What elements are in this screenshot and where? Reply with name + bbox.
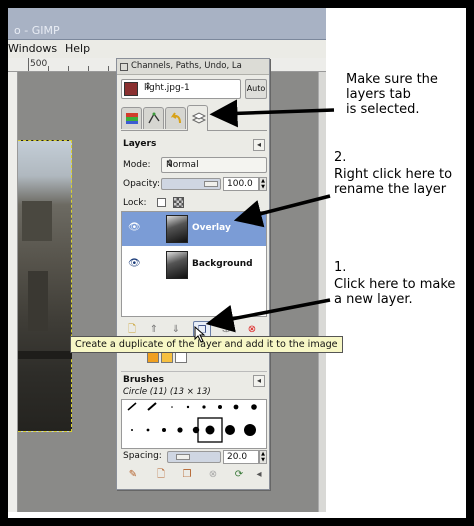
note-new-number: 1. xyxy=(334,260,347,275)
arrow-to-layer-name xyxy=(233,194,331,228)
note-rename: Right click here to rename the layer xyxy=(334,167,453,197)
arrow-to-layers-tab xyxy=(209,99,335,128)
screenshot-frame: o - GIMP Windows Help 500 Channels, Path… xyxy=(8,8,466,518)
note-new-layer: Click here to make a new layer. xyxy=(334,277,456,307)
arrow-to-duplicate-button xyxy=(205,298,331,333)
note-layers-tab: Make sure the layers tab is selected. xyxy=(346,72,438,117)
note-rename-number: 2. xyxy=(334,150,347,165)
